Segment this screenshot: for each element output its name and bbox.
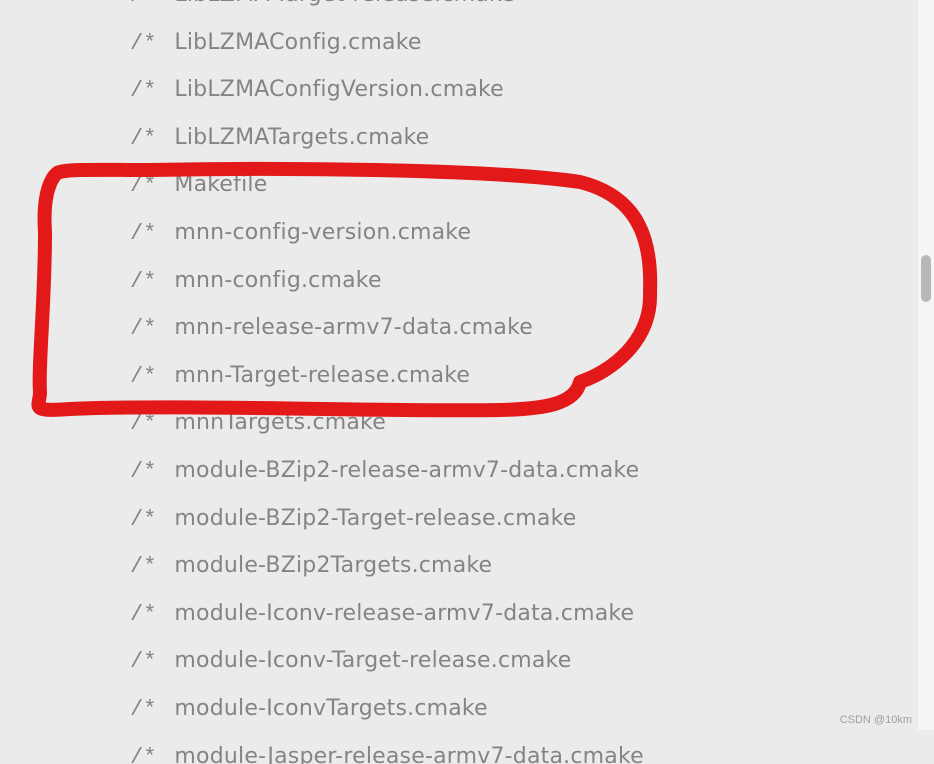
filename-text: module-BZip2-release-armv7-data.cmake: [174, 457, 639, 486]
list-item: /* mnn-release-armv7-data.cmake: [0, 305, 895, 353]
filename-text: mnn-config.cmake: [174, 267, 381, 296]
list-item: /* module-Iconv-Target-release.cmake: [0, 638, 895, 686]
list-item: /* module-IconvTargets.cmake: [0, 686, 895, 734]
list-marker: /*: [130, 458, 156, 487]
scrollbar-thumb[interactable]: [921, 255, 931, 302]
filename-text: Makefile: [174, 171, 267, 200]
filename-text: module-BZip2Targets.cmake: [174, 552, 492, 581]
watermark-text: CSDN @10km: [840, 714, 912, 726]
list-item: /* module-BZip2-release-armv7-data.cmake: [0, 448, 895, 496]
list-marker: /*: [130, 506, 156, 535]
list-item: /* LibLZMA-Target-release.cmake: [0, 0, 895, 20]
file-list-panel: /* LibLZMA-Target-release.cmake /* LibLZ…: [0, 0, 895, 730]
list-item: /* module-BZip2-Target-release.cmake: [0, 496, 895, 544]
filename-text: module-Iconv-Target-release.cmake: [174, 647, 571, 676]
list-marker: /*: [130, 0, 156, 11]
list-marker: /*: [130, 125, 156, 154]
list-item: /* Makefile: [0, 162, 895, 210]
list-marker: /*: [130, 363, 156, 392]
list-item: /* mnn-config-version.cmake: [0, 210, 895, 258]
list-marker: /*: [130, 315, 156, 344]
filename-text: module-Iconv-release-armv7-data.cmake: [174, 600, 634, 629]
list-item: /* LibLZMAConfig.cmake: [0, 20, 895, 68]
list-item: /* mnn-Target-release.cmake: [0, 353, 895, 401]
list-item: /* LibLZMATargets.cmake: [0, 115, 895, 163]
list-item: /* module-BZip2Targets.cmake: [0, 543, 895, 591]
list-item: /* module-Iconv-release-armv7-data.cmake: [0, 591, 895, 639]
list-marker: /*: [130, 220, 156, 249]
filename-text: LibLZMAConfigVersion.cmake: [174, 76, 504, 105]
filename-text: mnnTargets.cmake: [174, 409, 386, 438]
list-item: /* LibLZMAConfigVersion.cmake: [0, 67, 895, 115]
filename-text: LibLZMAConfig.cmake: [174, 29, 421, 58]
filename-text: mnn-config-version.cmake: [174, 219, 471, 248]
list-marker: /*: [130, 648, 156, 677]
list-marker: /*: [130, 696, 156, 725]
list-marker: /*: [130, 77, 156, 106]
file-list: /* LibLZMA-Target-release.cmake /* LibLZ…: [0, 0, 895, 764]
filename-text: module-BZip2-Target-release.cmake: [174, 505, 576, 534]
list-marker: /*: [130, 601, 156, 630]
filename-text: module-Jasper-release-armv7-data.cmake: [174, 743, 643, 764]
list-item: /* mnn-config.cmake: [0, 258, 895, 306]
list-marker: /*: [130, 172, 156, 201]
filename-text: mnn-release-armv7-data.cmake: [174, 314, 533, 343]
filename-text: mnn-Target-release.cmake: [174, 362, 470, 391]
filename-text: module-IconvTargets.cmake: [174, 695, 487, 724]
list-marker: /*: [130, 410, 156, 439]
list-item: /* mnnTargets.cmake: [0, 400, 895, 448]
list-marker: /*: [130, 744, 156, 764]
filename-text: LibLZMA-Target-release.cmake: [174, 0, 514, 10]
list-marker: /*: [130, 30, 156, 59]
scrollbar-track[interactable]: [918, 0, 934, 730]
filename-text: LibLZMATargets.cmake: [174, 124, 429, 153]
list-marker: /*: [130, 553, 156, 582]
list-item: /* module-Jasper-release-armv7-data.cmak…: [0, 734, 895, 764]
list-marker: /*: [130, 268, 156, 297]
